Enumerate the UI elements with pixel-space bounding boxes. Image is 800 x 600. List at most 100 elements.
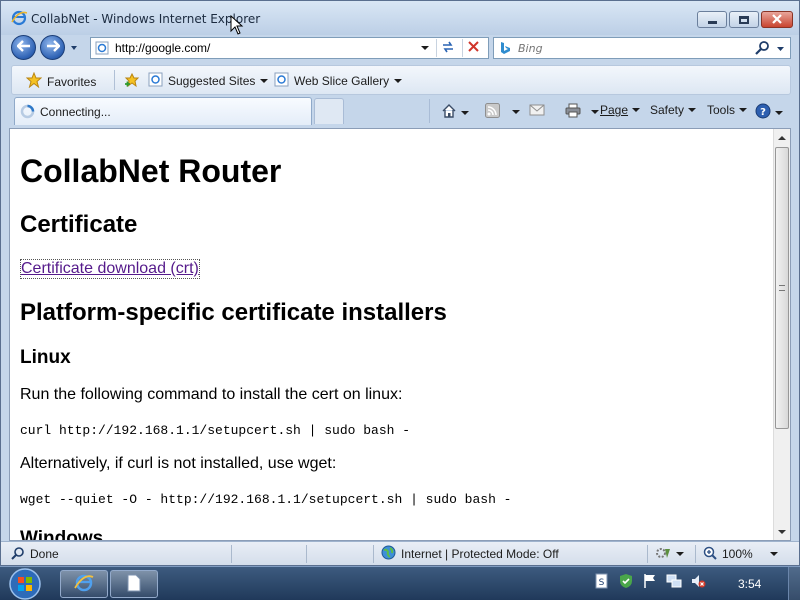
divider xyxy=(647,545,648,563)
stop-button[interactable] xyxy=(462,39,484,57)
back-button[interactable] xyxy=(11,35,36,60)
divider xyxy=(231,545,232,563)
tab-label: Connecting... xyxy=(40,105,111,119)
close-button[interactable] xyxy=(761,11,793,28)
ie-icon xyxy=(11,10,28,26)
scroll-up-button[interactable] xyxy=(774,129,790,146)
favorites-label: Favorites xyxy=(47,74,97,89)
maximize-button[interactable] xyxy=(729,11,759,28)
chevron-down-icon xyxy=(769,552,778,556)
scroll-down-button[interactable] xyxy=(774,523,790,540)
home-button[interactable] xyxy=(441,103,469,122)
search-input[interactable] xyxy=(518,40,738,56)
loading-spinner-icon xyxy=(20,104,35,119)
chevron-down-icon xyxy=(739,108,748,112)
refresh-icon xyxy=(441,41,455,56)
security-shield-icon[interactable] xyxy=(618,573,634,589)
address-text[interactable]: http://google.com/ xyxy=(115,41,210,55)
suggested-sites-link[interactable]: Suggested Sites xyxy=(148,72,269,90)
windows-heading: Windows xyxy=(20,528,104,541)
network-icon[interactable] xyxy=(666,573,682,589)
web-slice-gallery-label: Web Slice Gallery xyxy=(294,74,390,88)
back-arrow-icon xyxy=(15,40,31,55)
svg-text:S: S xyxy=(599,578,605,588)
status-bar: Done Internet | Protected Mode: Off 100% xyxy=(1,541,799,565)
svg-text:?: ? xyxy=(760,107,766,118)
linux-instructions: Run the following command to install the… xyxy=(20,386,403,403)
browser-window: CollabNet - Windows Internet Explorer ht… xyxy=(0,0,800,566)
new-tab-button[interactable] xyxy=(314,98,344,124)
recent-pages-dropdown[interactable] xyxy=(69,42,79,52)
web-slice-gallery-link[interactable]: Web Slice Gallery xyxy=(274,72,403,90)
clock[interactable]: 3:54 xyxy=(738,577,761,591)
security-zone-label: Internet | Protected Mode: Off xyxy=(401,547,559,561)
security-zone[interactable]: Internet | Protected Mode: Off xyxy=(381,545,559,563)
page-title: CollabNet Router xyxy=(20,153,282,189)
chevron-down-icon xyxy=(775,110,783,115)
protected-mode-settings[interactable] xyxy=(655,545,684,563)
safety-menu[interactable]: Safety xyxy=(650,103,697,117)
page-menu-label: Page xyxy=(600,103,629,117)
help-icon: ? xyxy=(755,103,771,122)
ie-icon xyxy=(74,573,94,596)
tools-menu[interactable]: Tools xyxy=(707,103,748,117)
page-menu[interactable]: Page xyxy=(600,103,641,117)
read-mail-icon xyxy=(529,103,545,120)
rss-feed-icon xyxy=(485,103,500,121)
grip-icon xyxy=(779,285,785,291)
add-favorite-star-icon xyxy=(124,72,140,91)
taskbar-ie-button[interactable] xyxy=(60,570,108,598)
minimize-button[interactable] xyxy=(697,11,727,28)
document-icon xyxy=(127,574,141,595)
status-text-cell: Done xyxy=(11,545,59,563)
linux-heading: Linux xyxy=(20,347,71,368)
read-mail-button[interactable] xyxy=(529,103,545,120)
divider xyxy=(373,545,374,563)
refresh-button[interactable] xyxy=(436,39,458,57)
status-text: Done xyxy=(30,547,59,561)
search-icon[interactable] xyxy=(754,40,770,56)
scroll-thumb[interactable] xyxy=(775,147,789,429)
search-options-dropdown[interactable] xyxy=(776,43,785,52)
installers-heading: Platform-specific certificate installers xyxy=(20,299,447,326)
divider xyxy=(695,545,696,563)
feeds-button[interactable] xyxy=(485,103,520,121)
chevron-down-icon xyxy=(676,552,684,556)
start-button[interactable] xyxy=(6,567,44,600)
chevron-down-icon xyxy=(461,110,469,115)
zoom-level: 100% xyxy=(722,547,753,561)
help-button[interactable]: ? xyxy=(755,103,783,122)
zoom-control[interactable]: 100% xyxy=(703,545,778,563)
vertical-scrollbar[interactable] xyxy=(773,129,790,540)
show-desktop-button[interactable] xyxy=(788,567,800,600)
search-box[interactable] xyxy=(493,37,791,59)
certificate-download-link[interactable]: Certificate download (crt) xyxy=(20,259,200,279)
page-ie-icon xyxy=(95,41,109,55)
forward-arrow-icon xyxy=(46,40,61,55)
address-dropdown[interactable] xyxy=(418,40,432,56)
start-orb-icon xyxy=(9,568,41,600)
print-button[interactable] xyxy=(565,103,599,121)
alternative-instructions: Alternatively, if curl is not installed,… xyxy=(20,455,337,472)
chevron-down-icon xyxy=(778,529,786,534)
mouse-cursor-icon xyxy=(230,14,244,35)
address-bar[interactable]: http://google.com/ xyxy=(90,37,489,59)
web-slice-icon xyxy=(274,72,289,90)
divider xyxy=(114,70,115,90)
forward-button[interactable] xyxy=(40,35,65,60)
action-center-flag-icon[interactable]: S xyxy=(594,573,610,589)
window-title: CollabNet - Windows Internet Explorer xyxy=(31,12,261,26)
taskbar: S 3:54 xyxy=(0,566,800,600)
chevron-up-icon xyxy=(778,135,786,140)
add-to-favorites-bar-button[interactable] xyxy=(124,72,140,91)
taskbar-document-button[interactable] xyxy=(110,570,158,598)
wget-command: wget --quiet -O - http://192.168.1.1/set… xyxy=(20,492,512,507)
globe-icon xyxy=(381,545,396,563)
chevron-down-icon xyxy=(591,110,599,114)
minimize-icon xyxy=(707,20,717,24)
flag-icon[interactable] xyxy=(642,573,658,589)
favorites-button[interactable]: Favorites xyxy=(25,71,97,91)
volume-muted-icon[interactable] xyxy=(690,573,706,589)
tab-current[interactable]: Connecting... xyxy=(14,97,312,125)
favorites-star-icon xyxy=(25,71,43,91)
